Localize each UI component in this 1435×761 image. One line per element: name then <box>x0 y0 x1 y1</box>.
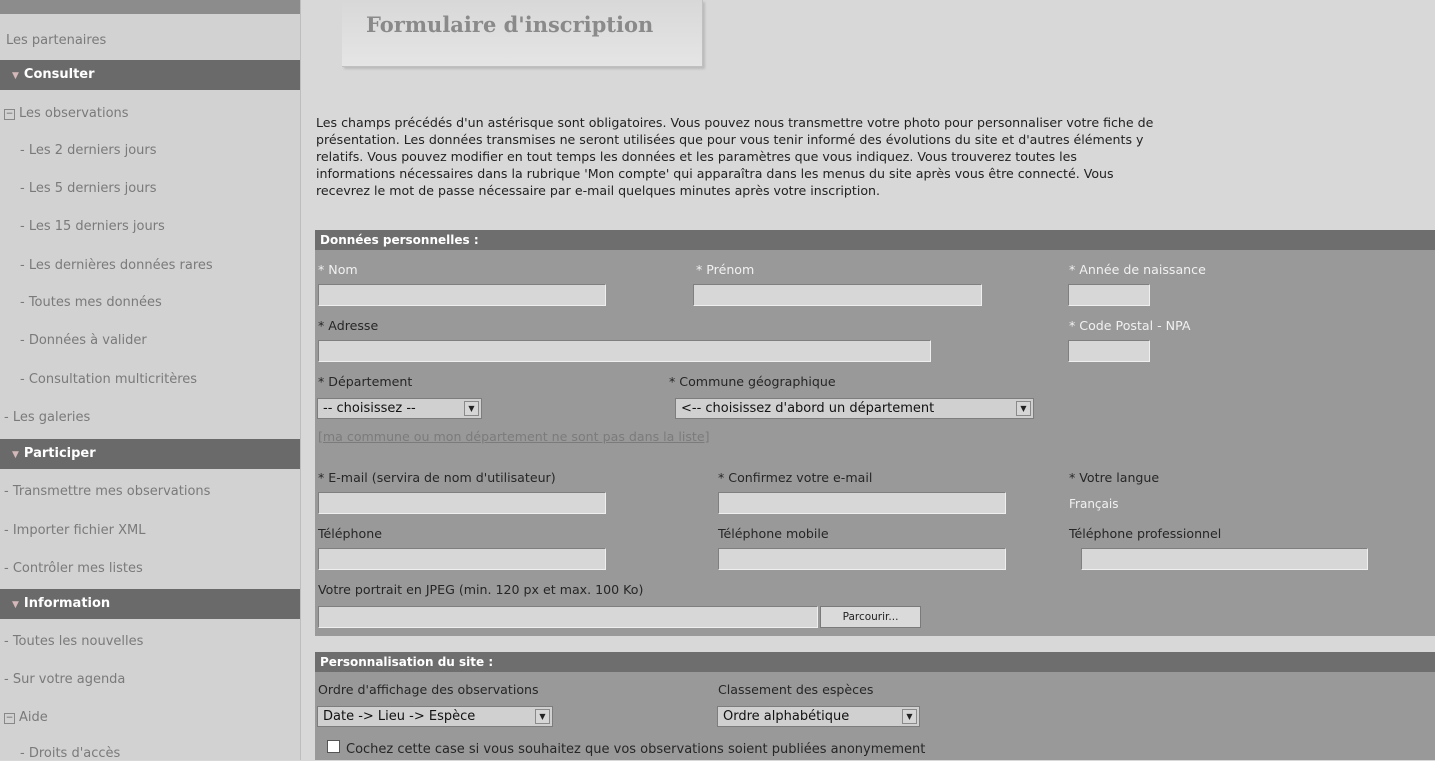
intro-line: informations nécessaires dans la rubriqu… <box>316 166 1114 181</box>
departement-label: * Département <box>318 374 413 389</box>
language-label: * Votre langue <box>1069 470 1160 485</box>
sidebar-item-galleries[interactable]: - Les galeries <box>4 410 304 425</box>
browse-button[interactable]: Parcourir... <box>820 606 921 628</box>
adresse-input[interactable] <box>318 340 931 362</box>
collapse-box-icon: − <box>4 109 15 120</box>
chevron-down-icon: ▼ <box>464 401 479 416</box>
sidebar-item-multicriteria[interactable]: - Consultation multicritères <box>20 372 320 387</box>
anonymous-label: Cochez cette case si vous souhaitez que … <box>346 742 926 757</box>
sidebar-item-all-my-data[interactable]: - Toutes mes données <box>20 295 320 310</box>
sidebar-item-transmit[interactable]: - Transmettre mes observations <box>4 484 304 499</box>
species-sort-select[interactable]: Ordre alphabétique ▼ <box>717 706 920 727</box>
chevron-down-icon: ▼ <box>1016 401 1031 416</box>
portrait-file-input[interactable] <box>318 606 818 628</box>
pro-phone-label: Téléphone professionnel <box>1069 526 1222 541</box>
confirm-email-input[interactable] <box>718 492 1006 514</box>
birth-year-input[interactable] <box>1068 284 1150 306</box>
prenom-input[interactable] <box>693 284 982 306</box>
intro-line: présentation. Les données transmises ne … <box>316 132 1144 147</box>
commune-label: * Commune géographique <box>669 374 836 389</box>
intro-line: Les champs précédés d'un astérisque sont… <box>316 115 1154 130</box>
mobile-label: Téléphone mobile <box>718 526 829 541</box>
display-order-select[interactable]: Date -> Lieu -> Espèce ▼ <box>317 706 553 727</box>
anonymous-checkbox[interactable] <box>327 740 340 753</box>
confirm-email-label: * Confirmez votre e-mail <box>718 470 873 485</box>
pro-phone-input[interactable] <box>1081 548 1368 570</box>
collapse-triangle-icon: ▼ <box>12 71 19 81</box>
portrait-label: Votre portrait en JPEG (min. 120 px et m… <box>318 582 644 597</box>
personal-data-header: Données personnelles : <box>315 230 1435 250</box>
missing-commune-link[interactable]: [ma commune ou mon département ne sont p… <box>318 429 710 444</box>
language-value: Français <box>1069 497 1119 511</box>
postal-code-label: * Code Postal - NPA <box>1069 318 1191 333</box>
intro-text: Les champs précédés d'un astérisque sont… <box>316 114 1435 199</box>
adresse-label: * Adresse <box>318 318 379 333</box>
email-label: * E-mail (servira de nom d'utilisateur) <box>318 470 556 485</box>
sidebar-header-information[interactable]: ▼ Information <box>0 589 300 619</box>
sidebar-item-partners[interactable]: Les partenaires <box>6 33 306 48</box>
nom-input[interactable] <box>318 284 606 306</box>
page-title: Formulaire d'inscription <box>366 12 654 37</box>
commune-select[interactable]: <-- choisissez d'abord un département ▼ <box>675 398 1034 419</box>
intro-line: recevrez le mot de passe nécessaire par … <box>316 183 881 198</box>
prenom-label: * Prénom <box>696 262 755 277</box>
sidebar-item-agenda[interactable]: - Sur votre agenda <box>4 672 304 687</box>
customization-header: Personnalisation du site : <box>315 652 1435 672</box>
nom-label: * Nom <box>318 262 358 277</box>
sidebar-top-bar <box>0 0 300 14</box>
sidebar-item-5-days[interactable]: - Les 5 derniers jours <box>20 181 320 196</box>
collapse-box-icon: − <box>4 713 15 724</box>
telephone-label: Téléphone <box>318 526 382 541</box>
sidebar-item-observations[interactable]: − Les observations <box>4 106 304 121</box>
sidebar: Les partenaires ▼ Consulter − Les observat… <box>0 0 304 761</box>
species-sort-label: Classement des espèces <box>718 682 874 697</box>
sidebar-item-help[interactable]: − Aide <box>4 710 304 725</box>
sidebar-header-consult[interactable]: ▼ Consulter <box>0 60 300 90</box>
mobile-input[interactable] <box>718 548 1006 570</box>
display-order-label: Ordre d'affichage des observations <box>318 682 539 697</box>
sidebar-item-all-news[interactable]: - Toutes les nouvelles <box>4 634 304 649</box>
sidebar-item-2-days[interactable]: - Les 2 derniers jours <box>20 143 320 158</box>
chevron-down-icon: ▼ <box>535 709 550 724</box>
sidebar-item-import-xml[interactable]: - Importer fichier XML <box>4 523 304 538</box>
sidebar-item-check-lists[interactable]: - Contrôler mes listes <box>4 561 304 576</box>
sidebar-item-to-validate[interactable]: - Données à valider <box>20 333 320 348</box>
collapse-triangle-icon: ▼ <box>12 600 19 610</box>
birth-year-label: * Année de naissance <box>1069 262 1206 277</box>
chevron-down-icon: ▼ <box>902 709 917 724</box>
email-input[interactable] <box>318 492 606 514</box>
collapse-triangle-icon: ▼ <box>12 450 19 460</box>
sidebar-item-access-rights[interactable]: - Droits d'accès <box>20 746 320 761</box>
sidebar-header-participate[interactable]: ▼ Participer <box>0 439 300 469</box>
departement-select[interactable]: -- choisissez -- ▼ <box>317 398 482 419</box>
telephone-input[interactable] <box>318 548 606 570</box>
sidebar-item-15-days[interactable]: - Les 15 derniers jours <box>20 219 320 234</box>
sidebar-item-rare-data[interactable]: - Les dernières données rares <box>20 258 320 273</box>
intro-line: relatifs. Vous pouvez modifier en tout t… <box>316 149 1077 164</box>
postal-code-input[interactable] <box>1068 340 1150 362</box>
